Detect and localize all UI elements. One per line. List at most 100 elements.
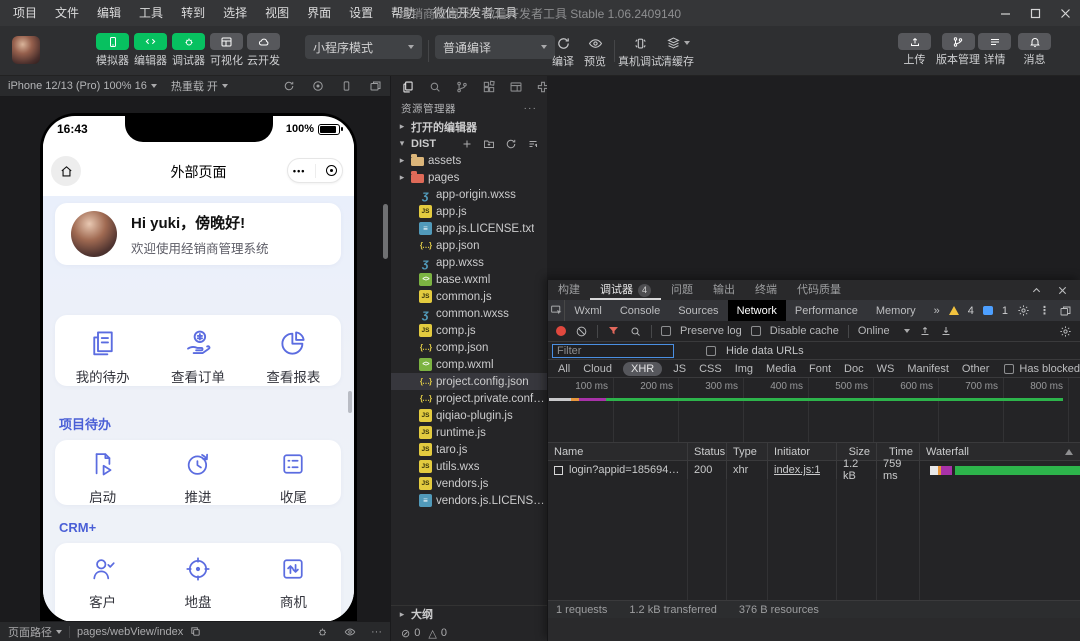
collapse-panel-icon[interactable] <box>1031 285 1042 296</box>
maximize-button[interactable] <box>1020 0 1050 26</box>
panel-tab[interactable]: 代码质量 <box>787 280 851 300</box>
resource-filter-chip[interactable]: Media <box>764 362 798 376</box>
file-row[interactable]: qiqiao-plugin.js <box>391 407 547 424</box>
menu-item[interactable]: 界面 <box>298 0 340 26</box>
close-button[interactable] <box>1050 0 1080 26</box>
remote-debug-button[interactable]: 真机调试 <box>618 34 662 69</box>
menu-item[interactable]: 微信开发者工具 <box>424 0 526 26</box>
resource-filter-chip[interactable]: CSS <box>697 362 724 376</box>
quick-action-reports[interactable]: 查看报表 <box>246 328 341 386</box>
crm-customer-item[interactable]: 客户 <box>55 555 150 611</box>
import-har-icon[interactable] <box>919 325 931 337</box>
file-row[interactable]: taro.js <box>391 441 547 458</box>
simulator-toggle-button[interactable]: 模拟器 <box>96 33 129 68</box>
files-icon[interactable] <box>401 80 415 94</box>
root-folder-row[interactable]: ▾ DIST <box>391 135 547 152</box>
sim-record-icon[interactable] <box>312 80 324 92</box>
panel-tab[interactable]: 调试器 4 <box>590 280 661 300</box>
version-manage-button[interactable]: 版本管理 <box>936 33 980 67</box>
capsule-close-icon[interactable] <box>326 165 338 176</box>
menu-item[interactable]: 设置 <box>340 0 382 26</box>
devtools-tab[interactable]: Console <box>611 300 669 321</box>
search-icon[interactable] <box>428 80 442 94</box>
resource-filter-chip[interactable]: Other <box>960 362 992 376</box>
file-row[interactable]: vendors.js <box>391 475 547 492</box>
phone-scrollbar[interactable] <box>348 391 352 413</box>
resource-filter-chip[interactable]: Doc <box>842 362 866 376</box>
filter-funnel-icon[interactable] <box>607 325 620 337</box>
file-row[interactable]: comp.wxml <box>391 356 547 373</box>
column-waterfall[interactable]: Waterfall <box>919 443 1080 460</box>
file-row[interactable]: base.wxml <box>391 271 547 288</box>
network-settings-gear-icon[interactable] <box>1059 325 1072 338</box>
copy-path-icon[interactable] <box>190 626 201 637</box>
project-finish-item[interactable]: 收尾 <box>246 450 341 506</box>
folder-row[interactable]: ▸ assets <box>391 152 547 169</box>
search-network-icon[interactable] <box>629 325 642 338</box>
devtools-tab[interactable]: Sources <box>669 300 727 321</box>
close-panel-icon[interactable] <box>1057 285 1068 296</box>
explorer-more-icon[interactable]: ··· <box>524 102 538 114</box>
file-row[interactable]: app.js.LICENSE.txt <box>391 220 547 237</box>
file-row[interactable]: runtime.js <box>391 424 547 441</box>
minimize-button[interactable] <box>990 0 1020 26</box>
panel-tab[interactable]: 问题 <box>661 280 703 300</box>
menu-item[interactable]: 工具 <box>130 0 172 26</box>
new-folder-icon[interactable] <box>483 138 495 150</box>
menu-item[interactable]: 文件 <box>46 0 88 26</box>
cloud-dev-button[interactable]: 云开发 <box>247 33 280 68</box>
devtools-more-dots-icon[interactable]: ⋮ <box>1039 304 1050 317</box>
resource-filter-chip[interactable]: Manifest <box>905 362 951 376</box>
devtools-dock-icon[interactable] <box>1059 305 1072 317</box>
warning-triangle-icon[interactable] <box>948 306 959 315</box>
column-type[interactable]: Type <box>726 443 767 460</box>
devtools-tab[interactable]: Network <box>727 300 786 321</box>
file-row[interactable]: app.wxss <box>391 254 547 271</box>
record-network-icon[interactable] <box>556 326 566 336</box>
window-preview-icon[interactable] <box>509 80 523 94</box>
resource-filter-chip[interactable]: XHR <box>622 361 663 376</box>
page-path-select[interactable]: 页面路径 <box>8 624 62 640</box>
network-timeline-overview[interactable]: 100 ms 200 ms 300 ms 400 ms 500 ms 600 ms 700 … <box>548 378 1080 443</box>
upload-button[interactable]: 上传 <box>898 33 931 67</box>
user-avatar[interactable] <box>12 36 40 64</box>
clear-network-icon[interactable] <box>575 325 588 338</box>
refresh-tree-icon[interactable] <box>505 138 517 150</box>
compile-mode-select[interactable]: 普通编译 <box>435 35 555 59</box>
visualizer-toggle-button[interactable]: 可视化 <box>210 33 243 68</box>
preserve-log-checkbox[interactable] <box>661 326 671 336</box>
sim-refresh-icon[interactable] <box>283 80 295 92</box>
outline-row[interactable]: ▸ 大纲 <box>391 605 547 622</box>
resource-filter-chip[interactable]: WS <box>875 362 897 376</box>
file-row[interactable]: app.json <box>391 237 547 254</box>
page-debug-icon[interactable] <box>316 626 329 638</box>
hot-reload-toggle[interactable]: 热重载 开 <box>171 78 228 94</box>
problems-status[interactable]: ⊘ 0 △ 0 <box>391 624 547 641</box>
resource-filter-chip[interactable]: JS <box>671 362 688 376</box>
file-row[interactable]: project.private.config.js... <box>391 390 547 407</box>
menu-item[interactable]: 选择 <box>214 0 256 26</box>
compile-button[interactable]: 编译 <box>552 34 574 69</box>
panel-tab[interactable]: 输出 <box>703 280 745 300</box>
open-editors-row[interactable]: ▸ 打开的编辑器 <box>391 118 547 135</box>
quick-action-todo[interactable]: 我的待办 <box>55 328 150 386</box>
messages-button[interactable]: 消息 <box>1018 33 1051 67</box>
export-har-icon[interactable] <box>940 325 952 337</box>
resource-filter-chip[interactable]: All <box>556 362 572 376</box>
device-select[interactable]: iPhone 12/13 (Pro) 100% 16 <box>8 80 157 92</box>
mode-select[interactable]: 小程序模式 <box>305 35 422 59</box>
hide-data-urls-checkbox[interactable] <box>706 345 716 356</box>
sim-multi-window-icon[interactable] <box>369 80 382 92</box>
source-control-icon[interactable] <box>455 80 469 94</box>
menu-item[interactable]: 转到 <box>172 0 214 26</box>
crm-territory-item[interactable]: 地盘 <box>150 555 245 611</box>
file-row[interactable]: app.js <box>391 203 547 220</box>
filter-input[interactable] <box>552 343 674 358</box>
page-preview-eye-icon[interactable] <box>343 626 357 638</box>
sim-device-frame-icon[interactable] <box>341 80 352 92</box>
file-row[interactable]: common.js <box>391 288 547 305</box>
disable-cache-checkbox[interactable] <box>750 326 761 336</box>
column-name[interactable]: Name <box>548 443 687 460</box>
file-row[interactable]: common.wxss <box>391 305 547 322</box>
devtools-tab[interactable]: » <box>925 300 949 321</box>
